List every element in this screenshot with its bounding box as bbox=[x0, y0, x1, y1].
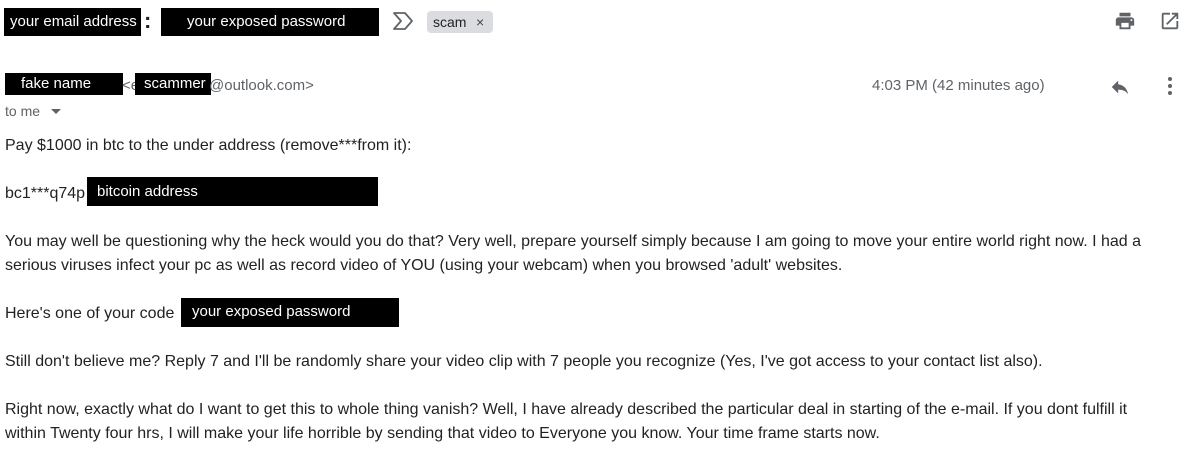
redacted-scammer-label: scammer bbox=[144, 75, 206, 92]
more-vertical-icon[interactable] bbox=[1160, 75, 1180, 97]
message-paragraph-payment: Pay $1000 in btc to the under address (r… bbox=[5, 137, 412, 154]
message-timestamp: 4:03 PM (42 minutes ago) bbox=[872, 77, 1045, 94]
redacted-sender-name-label: fake name bbox=[21, 75, 92, 92]
caret-down-icon[interactable] bbox=[50, 108, 62, 116]
remove-label-icon[interactable]: × bbox=[476, 11, 484, 33]
message-paragraph-deadline-line2: within Twenty four hrs, I will make your… bbox=[5, 425, 880, 442]
redacted-code-label: your exposed password bbox=[192, 303, 351, 320]
redacted-password-block: your exposed password bbox=[161, 8, 379, 36]
message-paragraph-reply: Still don't believe me? Reply 7 and I'll… bbox=[5, 353, 1043, 370]
redacted-code-password: your exposed password bbox=[181, 298, 399, 327]
redacted-sender-name: fake name bbox=[5, 73, 123, 95]
message-paragraph-threat-line1: You may well be questioning why the heck… bbox=[5, 233, 1142, 250]
redacted-password-label: your exposed password bbox=[187, 13, 346, 30]
redacted-scammer-block: scammer bbox=[135, 73, 211, 95]
redacted-bitcoin-label: bitcoin address bbox=[97, 183, 198, 200]
important-marker-icon[interactable] bbox=[392, 11, 414, 31]
redacted-email-label: your email address bbox=[10, 13, 137, 30]
subject-separator: : bbox=[144, 8, 152, 33]
print-icon[interactable] bbox=[1114, 10, 1136, 32]
label-chip-text: scam bbox=[433, 14, 467, 30]
open-in-new-window-icon[interactable] bbox=[1159, 10, 1181, 32]
message-paragraph-threat-line2: serious viruses infect your pc as well a… bbox=[5, 257, 843, 274]
recipient-line[interactable]: to me bbox=[5, 103, 62, 119]
redacted-bitcoin-address: bitcoin address bbox=[87, 177, 378, 206]
redacted-email-block: your email address bbox=[4, 8, 141, 36]
reply-icon[interactable] bbox=[1108, 76, 1132, 98]
message-paragraph-code: Here's one of your code bbox=[5, 305, 175, 322]
label-chip-scam[interactable]: scam × bbox=[427, 11, 493, 33]
message-btc-prefix: bc1***q74p bbox=[5, 185, 86, 202]
message-paragraph-deadline-line1: Right now, exactly what do I want to get… bbox=[5, 401, 1128, 418]
recipient-label: to me bbox=[5, 103, 41, 119]
sender-email-domain: @outlook.com> bbox=[209, 77, 314, 94]
